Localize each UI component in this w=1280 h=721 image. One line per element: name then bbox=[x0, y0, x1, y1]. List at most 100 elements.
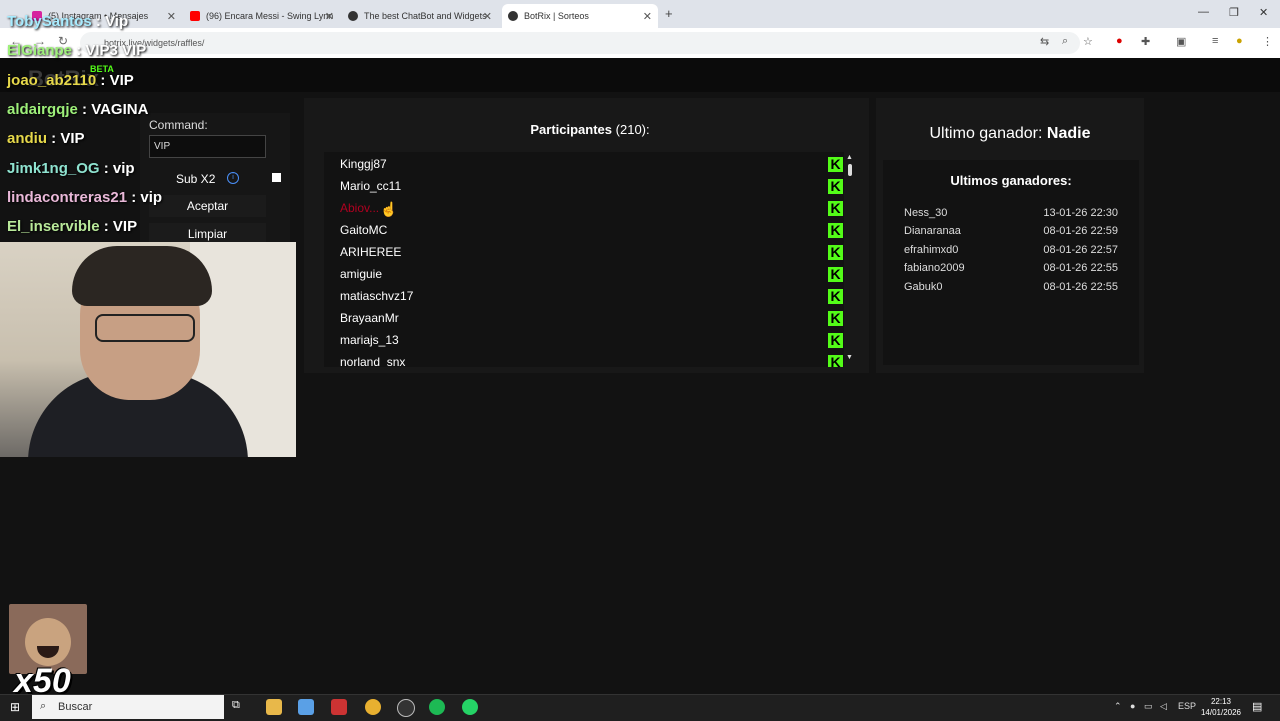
participant-row[interactable]: norland_snx K bbox=[340, 355, 843, 367]
scroll-thumb[interactable] bbox=[848, 164, 852, 176]
accept-button[interactable]: Aceptar bbox=[149, 195, 266, 217]
chat-message: lindacontreras21 : vip bbox=[7, 189, 162, 206]
screenshot-icon[interactable]: ▣ bbox=[1176, 35, 1186, 48]
language-indicator[interactable]: ESP bbox=[1178, 701, 1196, 711]
chat-user: TobySantos bbox=[7, 13, 92, 30]
winner-name: Ness_30 bbox=[904, 207, 948, 219]
chat-text: : VIP bbox=[47, 130, 85, 147]
url-input[interactable]: botrix.live/widgets/raffles/ bbox=[80, 32, 1080, 54]
minimize-icon[interactable]: — bbox=[1198, 6, 1209, 18]
meme-face bbox=[25, 618, 71, 666]
participant-row[interactable]: BrayaanMr K bbox=[340, 311, 843, 333]
extensions-icon[interactable]: ✚ bbox=[1141, 35, 1150, 48]
last-winner-value: Nadie bbox=[1046, 125, 1091, 142]
participants-scrollbar[interactable]: ▲ ▼ bbox=[846, 154, 855, 366]
youtube-icon bbox=[190, 11, 200, 21]
info-icon[interactable]: i bbox=[227, 172, 239, 184]
zoom-icon[interactable]: ⌕ bbox=[1062, 35, 1068, 48]
new-tab-button[interactable]: + bbox=[665, 6, 673, 21]
winner-row: Ness_30 13-01-26 22:30 bbox=[904, 207, 1118, 219]
task-view-icon[interactable]: ⧉ bbox=[232, 699, 248, 715]
tab-botrix[interactable]: BotRix | Sorteos ✕ bbox=[502, 4, 658, 28]
profile-avatar[interactable]: ● bbox=[1236, 35, 1243, 47]
whatsapp-icon[interactable] bbox=[462, 699, 478, 715]
volume-icon[interactable]: ◁ bbox=[1160, 701, 1167, 712]
chat-text: : VIP bbox=[99, 218, 138, 235]
participant-name: Abiov... bbox=[340, 201, 380, 215]
winner-name: Dianaranaa bbox=[904, 225, 961, 237]
participant-row[interactable]: mariajs_13 K bbox=[340, 333, 843, 355]
participant-row[interactable]: amiguie K bbox=[340, 267, 843, 289]
menu-icon[interactable]: ⋮ bbox=[1262, 35, 1273, 48]
bookmark-star-icon[interactable]: ☆ bbox=[1083, 35, 1093, 48]
cursor-hand-icon: ☝ bbox=[380, 201, 398, 217]
network-icon[interactable]: ▭ bbox=[1144, 701, 1153, 712]
winner-row: efrahimxd0 08-01-26 22:57 bbox=[904, 244, 1118, 256]
chat-user: ElGianpe bbox=[7, 42, 73, 59]
reading-list-icon[interactable]: ≡ bbox=[1212, 35, 1218, 47]
command-input[interactable]: VIP bbox=[149, 135, 266, 158]
kick-icon: K bbox=[828, 355, 843, 367]
winner-date: 08-01-26 22:55 bbox=[1043, 281, 1118, 293]
chat-text: : VIP3 VIP bbox=[72, 42, 147, 59]
participant-name: matiaschvz17 bbox=[340, 289, 414, 303]
webcam-person-glasses bbox=[95, 314, 195, 342]
tab-label: (96) Encara Messi - Swing Lynn bbox=[206, 11, 334, 21]
kick-icon: K bbox=[828, 201, 843, 216]
chat-message: andiu : VIP bbox=[7, 130, 85, 147]
participant-row[interactable]: Kinggj87 K bbox=[340, 157, 843, 179]
last-winner: Ultimo ganador: Nadie bbox=[876, 125, 1144, 143]
chat-user: joao_ab2110 bbox=[7, 72, 97, 89]
participant-row[interactable]: Mario_cc11 K bbox=[340, 179, 843, 201]
notes-app-icon[interactable] bbox=[298, 699, 314, 715]
participant-row[interactable]: Abiov... ☝ K bbox=[340, 201, 843, 223]
spotify-icon[interactable] bbox=[429, 699, 445, 715]
scroll-up-icon[interactable]: ▲ bbox=[846, 154, 853, 161]
address-bar: ← → ↻ botrix.live/widgets/raffles/ ⇆ ⌕ ☆… bbox=[0, 28, 1280, 59]
winner-date: 08-01-26 22:55 bbox=[1043, 262, 1118, 274]
chat-message: Jimk1ng_OG : vip bbox=[7, 160, 135, 177]
chrome-icon[interactable] bbox=[365, 699, 381, 715]
winner-date: 08-01-26 22:57 bbox=[1043, 244, 1118, 256]
close-icon[interactable]: ✕ bbox=[325, 10, 334, 23]
winner-name: fabiano2009 bbox=[904, 262, 965, 274]
chat-message: El_inservible : VIP bbox=[7, 218, 137, 235]
winner-date: 13-01-26 22:30 bbox=[1043, 207, 1118, 219]
participants-list[interactable]: Kinggj87 K Mario_cc11 K Abiov... ☝ K Gai… bbox=[324, 152, 844, 367]
notification-icon[interactable]: ▤ bbox=[1252, 700, 1262, 713]
scroll-down-icon[interactable]: ▼ bbox=[846, 354, 853, 361]
close-icon[interactable]: ✕ bbox=[643, 10, 652, 23]
close-icon[interactable]: ✕ bbox=[483, 10, 492, 23]
github-desktop-icon[interactable] bbox=[397, 699, 415, 717]
chat-user: andiu bbox=[7, 130, 47, 147]
restore-icon[interactable]: ❐ bbox=[1229, 6, 1239, 19]
taskbar-clock[interactable]: 22:13 14/01/2026 bbox=[1196, 696, 1246, 718]
chat-user: Jimk1ng_OG bbox=[7, 160, 100, 177]
participant-row[interactable]: ARIHEREE K bbox=[340, 245, 843, 267]
close-window-icon[interactable]: ✕ bbox=[1259, 6, 1268, 19]
close-icon[interactable]: ✕ bbox=[167, 10, 176, 23]
participant-row[interactable]: GaitoMC K bbox=[340, 223, 843, 245]
tray-expand-icon[interactable]: ⌃ bbox=[1114, 701, 1122, 712]
kick-icon: K bbox=[828, 289, 843, 304]
taskbar-search[interactable]: Buscar bbox=[32, 695, 224, 719]
translate-icon[interactable]: ⇆ bbox=[1040, 35, 1049, 48]
github-icon bbox=[508, 11, 518, 21]
subx2-checkbox[interactable] bbox=[272, 173, 281, 182]
participant-name: Kinggj87 bbox=[340, 157, 387, 171]
app-icon[interactable] bbox=[331, 699, 347, 715]
file-explorer-icon[interactable] bbox=[266, 699, 282, 715]
last-winner-label: Ultimo ganador: bbox=[929, 125, 1043, 142]
participant-row[interactable]: matiaschvz17 K bbox=[340, 289, 843, 311]
chat-message: joao_ab2110 : VIP bbox=[7, 72, 134, 89]
windows-start-icon[interactable]: ⊞ bbox=[10, 700, 20, 714]
opera-icon[interactable]: ● bbox=[1116, 35, 1123, 47]
microphone-icon[interactable]: ● bbox=[1130, 701, 1135, 711]
kick-icon: K bbox=[828, 223, 843, 238]
participants-count: (210): bbox=[615, 122, 650, 137]
chat-message: aldairgqje : VAGINA bbox=[7, 101, 148, 118]
winner-row: Dianaranaa 08-01-26 22:59 bbox=[904, 225, 1118, 237]
tab-youtube[interactable]: (96) Encara Messi - Swing Lynn ✕ bbox=[184, 4, 340, 28]
tab-chatbot[interactable]: The best ChatBot and Widgets ✕ bbox=[342, 4, 498, 28]
participant-name: Mario_cc11 bbox=[340, 179, 402, 193]
